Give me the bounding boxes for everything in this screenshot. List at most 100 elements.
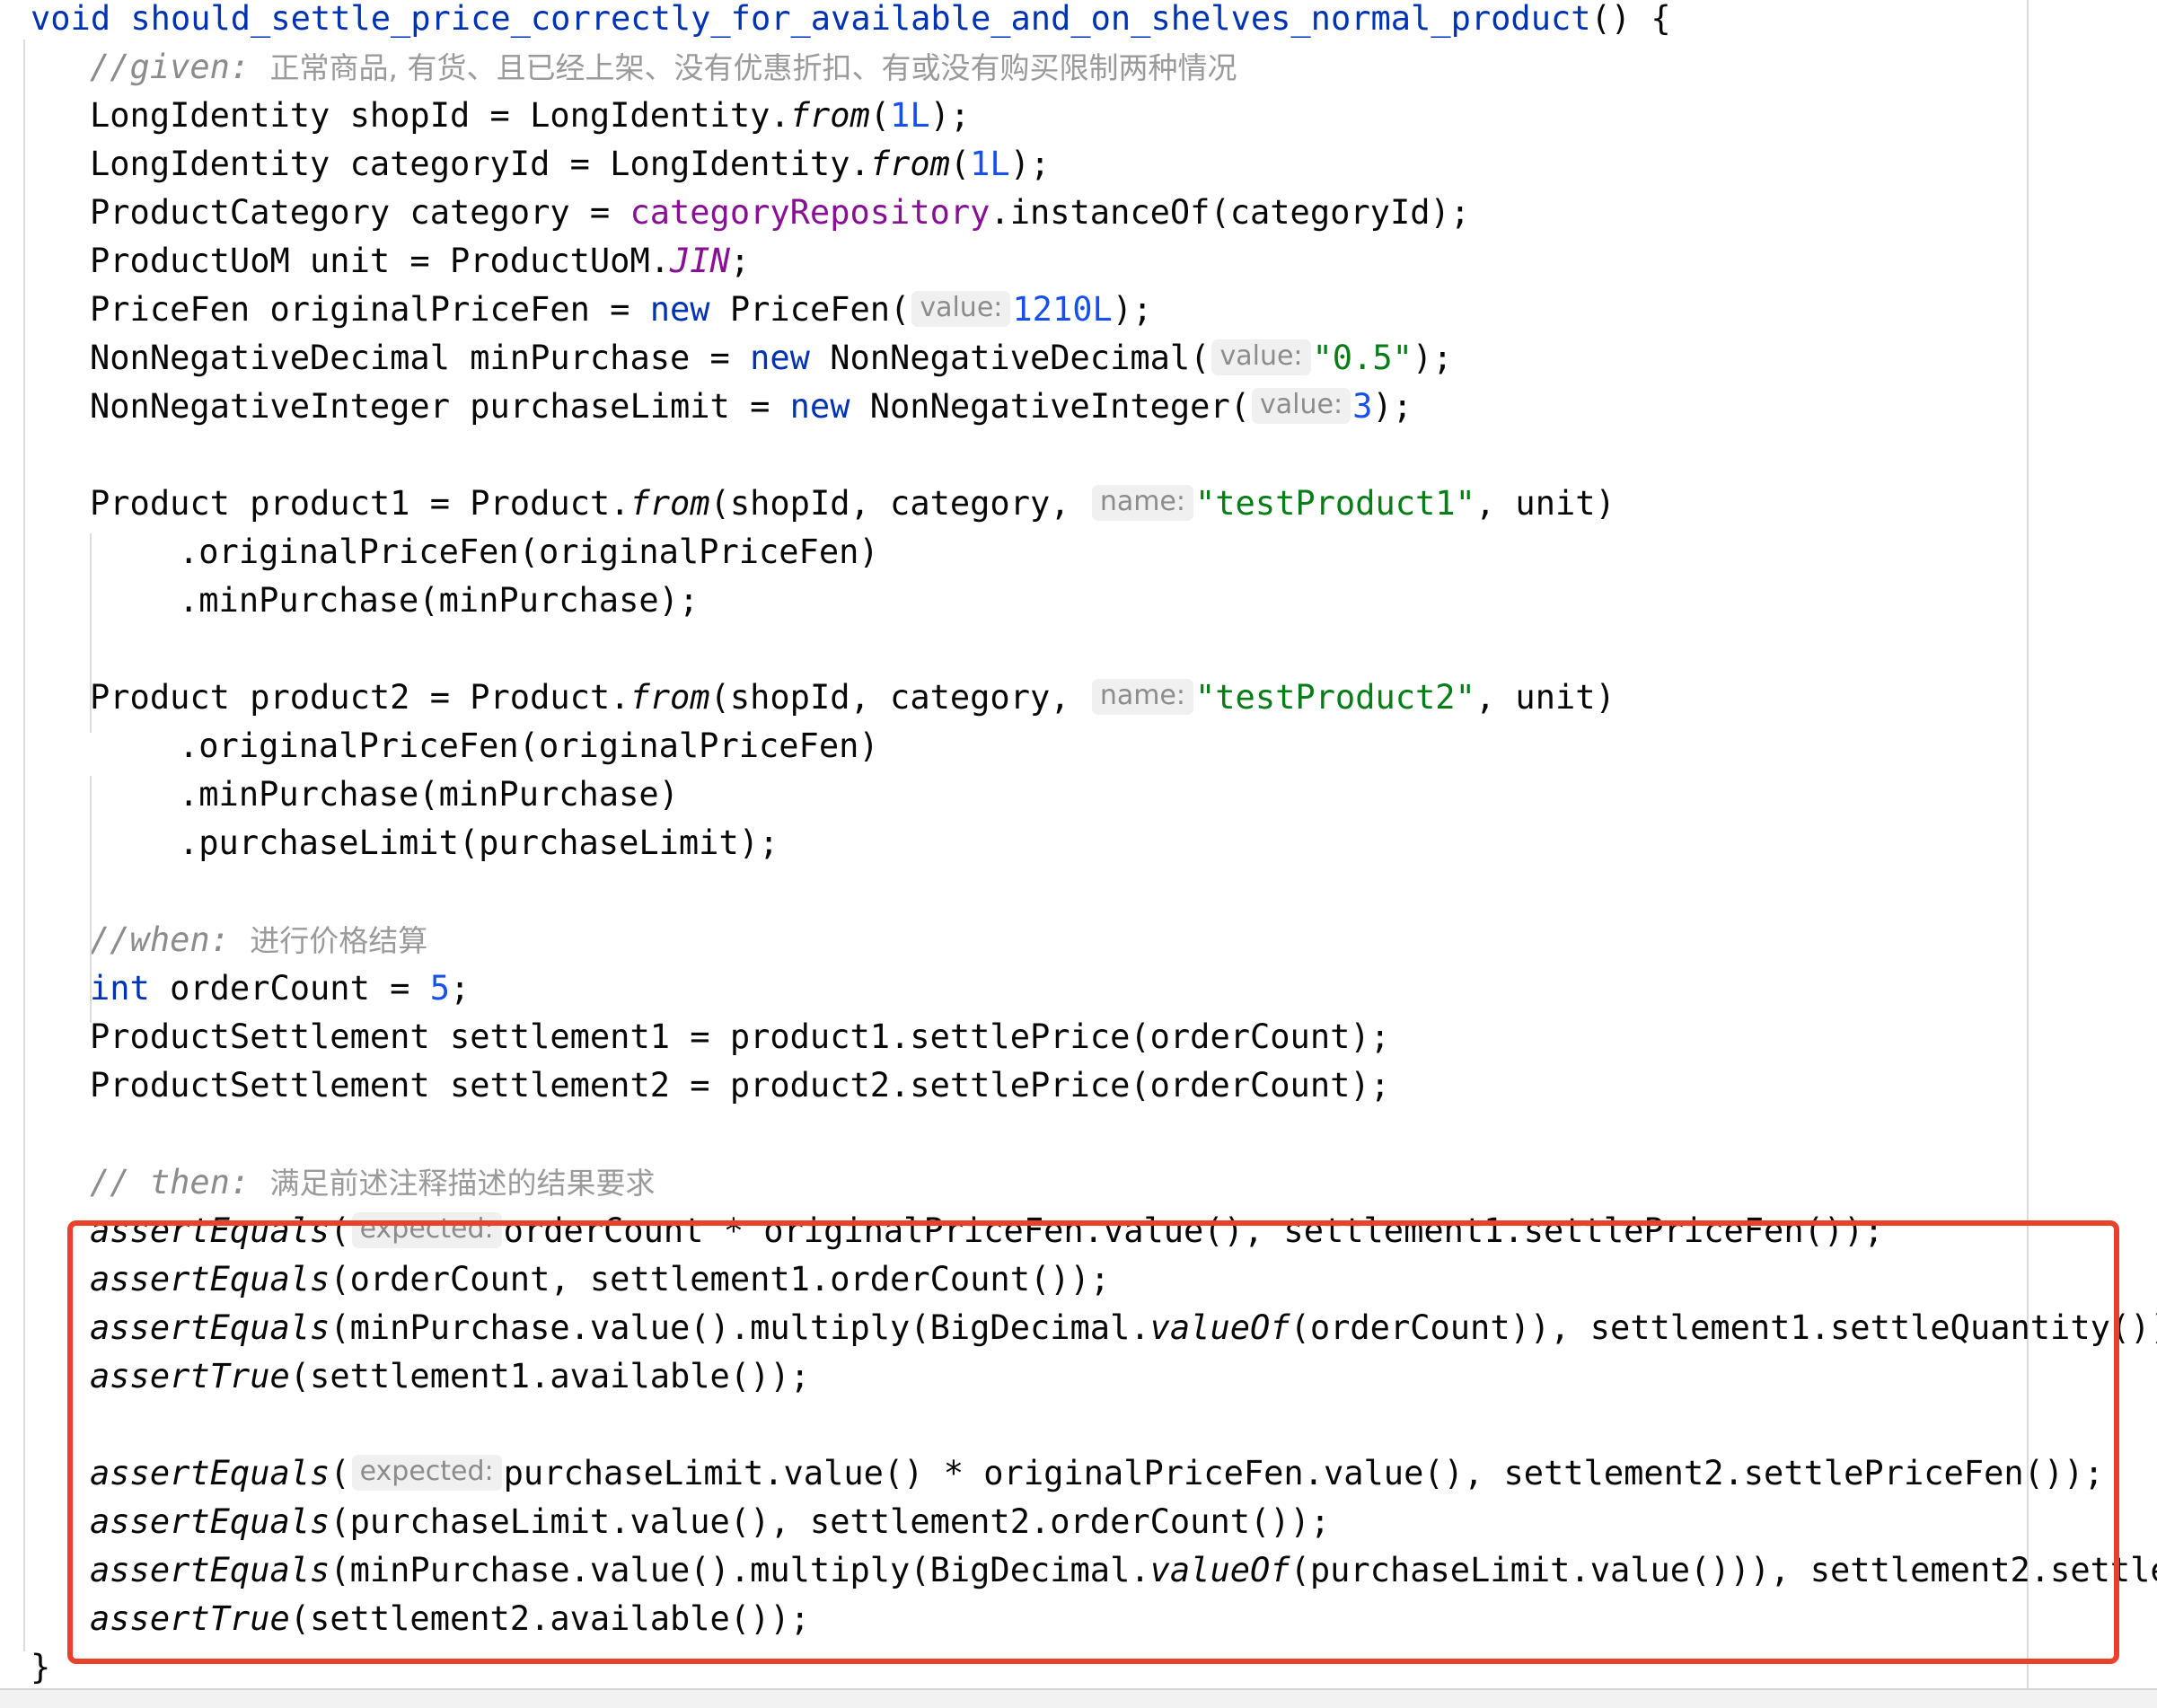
code-content[interactable]: void should_settle_price_correctly_for_a…	[0, 0, 2157, 1692]
code-token: (settlement1.available());	[289, 1357, 810, 1395]
code-token: assertEquals	[90, 1308, 330, 1347]
code-line[interactable]: Product product2 = Product.from(shopId, …	[0, 674, 2157, 722]
continuation-indent-guide	[90, 533, 92, 733]
code-token: categoryRepository	[629, 193, 990, 232]
code-token: new	[789, 387, 850, 426]
code-line[interactable]: // then: 满足前述注释描述的结果要求	[0, 1158, 2157, 1207]
code-token: 1210L	[1012, 290, 1113, 329]
code-line[interactable]	[0, 1110, 2157, 1158]
code-line[interactable]: assertEquals(minPurchase.value().multipl…	[0, 1304, 2157, 1352]
code-line[interactable]: ProductSettlement settlement2 = product2…	[0, 1061, 2157, 1110]
code-token: orderCount =	[149, 969, 430, 1008]
code-token: // then:	[90, 1163, 251, 1202]
code-token: Product product2 = Product.	[90, 678, 630, 717]
code-token: assertTrue	[90, 1599, 290, 1638]
code-line[interactable]: .originalPriceFen(originalPriceFen)	[0, 722, 2157, 770]
code-line[interactable]: assertEquals(purchaseLimit.value(), sett…	[0, 1498, 2157, 1546]
code-line[interactable]: NonNegativeDecimal minPurchase = new Non…	[0, 334, 2157, 383]
code-line[interactable]: assertEquals(minPurchase.value().multipl…	[0, 1546, 2157, 1595]
code-line[interactable]: LongIdentity shopId = LongIdentity.from(…	[0, 92, 2157, 140]
code-token: assertTrue	[90, 1357, 290, 1395]
code-token: LongIdentity categoryId = LongIdentity.	[90, 145, 870, 183]
code-token: );	[1372, 387, 1413, 426]
code-line[interactable]: Product product1 = Product.from(shopId, …	[0, 480, 2157, 528]
code-token: (orderCount)), settlement1.settleQuantit…	[1290, 1308, 2157, 1347]
code-token: (orderCount, settlement1.orderCount());	[330, 1260, 1111, 1299]
code-token: ProductSettlement settlement1 = product1…	[90, 1017, 1390, 1056]
code-token: );	[1112, 290, 1153, 329]
code-token: .minPurchase(minPurchase);	[179, 581, 700, 620]
code-token: JIN	[670, 242, 730, 280]
code-line[interactable]	[0, 625, 2157, 674]
code-token: PriceFen(	[709, 290, 911, 329]
code-token: }	[31, 1648, 51, 1686]
code-line[interactable]: NonNegativeInteger purchaseLimit = new N…	[0, 383, 2157, 431]
code-line[interactable]: }	[0, 1643, 2157, 1692]
code-token: //given:	[90, 48, 251, 86]
code-line[interactable]: assertEquals(orderCount, settlement1.ord…	[0, 1255, 2157, 1304]
code-token: .originalPriceFen(originalPriceFen)	[179, 533, 879, 571]
code-line[interactable]	[0, 431, 2157, 480]
code-token: void	[31, 0, 111, 38]
code-line[interactable]: .minPurchase(minPurchase)	[0, 770, 2157, 819]
code-token: (shopId, category,	[709, 678, 1090, 717]
code-token: ProductSettlement settlement2 = product2…	[90, 1066, 1390, 1105]
code-token: "testProduct1"	[1195, 484, 1475, 523]
code-line[interactable]: //when: 进行价格结算	[0, 916, 2157, 964]
code-line[interactable]: .minPurchase(minPurchase);	[0, 577, 2157, 625]
code-token: (shopId, category,	[709, 484, 1090, 523]
code-token: purchaseLimit.value() * originalPriceFen…	[503, 1454, 2104, 1492]
code-line[interactable]: assertTrue(settlement1.available());	[0, 1352, 2157, 1401]
code-token: Product product1 = Product.	[90, 484, 630, 523]
code-line[interactable]: ProductUoM unit = ProductUoM.JIN;	[0, 237, 2157, 286]
code-token: ;	[449, 969, 471, 1008]
code-line[interactable]	[0, 867, 2157, 916]
code-token: assertEquals	[90, 1211, 330, 1250]
code-line[interactable]	[0, 1401, 2157, 1449]
code-token: (purchaseLimit.value())), settlement2.se…	[1290, 1551, 2157, 1589]
code-token: new	[750, 339, 810, 377]
code-token: );	[1009, 145, 1051, 183]
code-line[interactable]: assertEquals(expected: purchaseLimit.valu…	[0, 1449, 2157, 1498]
code-token: NonNegativeDecimal(	[809, 339, 1211, 377]
code-token: from	[789, 96, 870, 135]
code-line[interactable]: assertEquals(expected: orderCount * origi…	[0, 1207, 2157, 1255]
code-token: );	[929, 96, 971, 135]
code-token: int	[90, 969, 150, 1008]
code-token: (settlement2.available());	[289, 1599, 810, 1638]
code-token: .instanceOf(categoryId);	[990, 193, 1471, 232]
code-token: 3	[1352, 387, 1373, 426]
code-line[interactable]: .originalPriceFen(originalPriceFen)	[0, 528, 2157, 577]
code-line[interactable]: ProductSettlement settlement1 = product1…	[0, 1013, 2157, 1061]
code-token: );	[1412, 339, 1453, 377]
code-token: from	[629, 484, 710, 523]
code-token: ;	[729, 242, 751, 280]
code-line[interactable]: .purchaseLimit(purchaseLimit);	[0, 819, 2157, 867]
code-token: (minPurchase.value().multiply(BigDecimal…	[330, 1551, 1150, 1589]
code-token: valueOf	[1149, 1308, 1290, 1347]
code-token: new	[649, 290, 710, 329]
parameter-hint-chip: value:	[1252, 388, 1351, 424]
code-line[interactable]: assertTrue(settlement2.available());	[0, 1595, 2157, 1643]
code-token: 1L	[890, 96, 930, 135]
code-token: (minPurchase.value().multiply(BigDecimal…	[330, 1308, 1150, 1347]
code-token: LongIdentity shopId = LongIdentity.	[90, 96, 790, 135]
parameter-hint-chip: expected:	[351, 1455, 502, 1491]
code-token: assertEquals	[90, 1551, 330, 1589]
code-token: valueOf	[1149, 1551, 1290, 1589]
code-token: assertEquals	[90, 1454, 330, 1492]
code-editor[interactable]: void should_settle_price_correctly_for_a…	[0, 0, 2157, 1708]
code-token: .originalPriceFen(originalPriceFen)	[179, 726, 879, 765]
code-token: "testProduct2"	[1195, 678, 1475, 717]
code-line[interactable]: int orderCount = 5;	[0, 964, 2157, 1013]
code-token: "0.5"	[1312, 339, 1413, 377]
code-line[interactable]: PriceFen originalPriceFen = new PriceFen…	[0, 286, 2157, 334]
code-token: NonNegativeDecimal minPurchase =	[90, 339, 751, 377]
code-token: 进行价格结算	[250, 923, 428, 958]
code-line[interactable]: ProductCategory category = categoryRepos…	[0, 189, 2157, 237]
code-line[interactable]: LongIdentity categoryId = LongIdentity.f…	[0, 140, 2157, 189]
code-line[interactable]: //given: 正常商品, 有货、且已经上架、没有优惠折扣、有或没有购买限制两…	[0, 43, 2157, 92]
code-line[interactable]: void should_settle_price_correctly_for_a…	[0, 0, 2157, 43]
code-token: assertEquals	[90, 1260, 330, 1299]
code-token: .minPurchase(minPurchase)	[179, 775, 679, 814]
